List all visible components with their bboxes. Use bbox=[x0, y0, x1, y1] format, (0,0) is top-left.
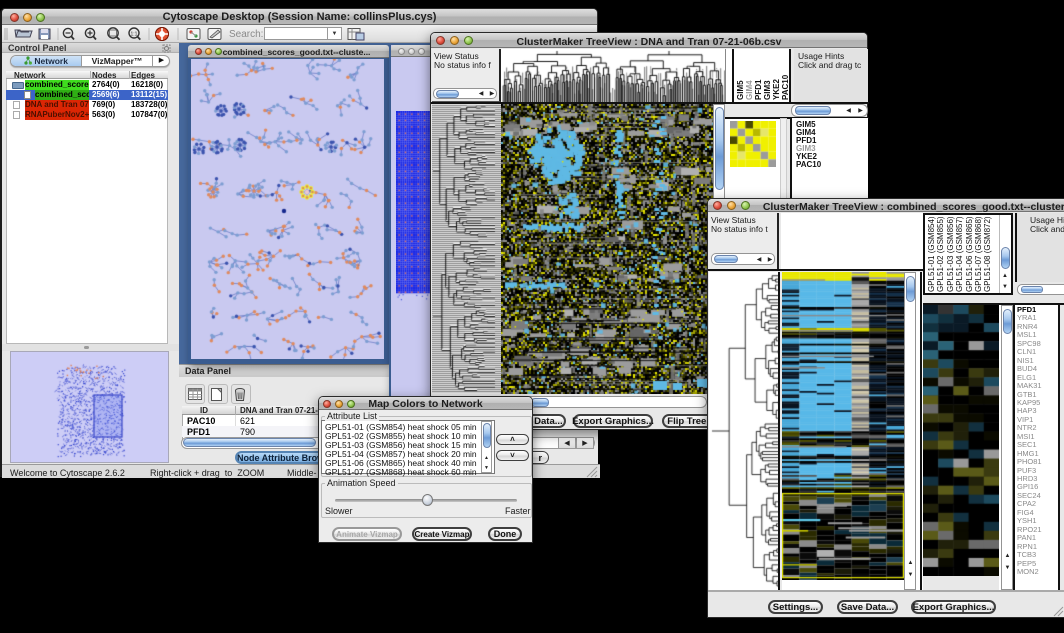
svg-text:Search:: Search: bbox=[229, 29, 263, 40]
svg-text:1:1: 1:1 bbox=[131, 32, 138, 38]
